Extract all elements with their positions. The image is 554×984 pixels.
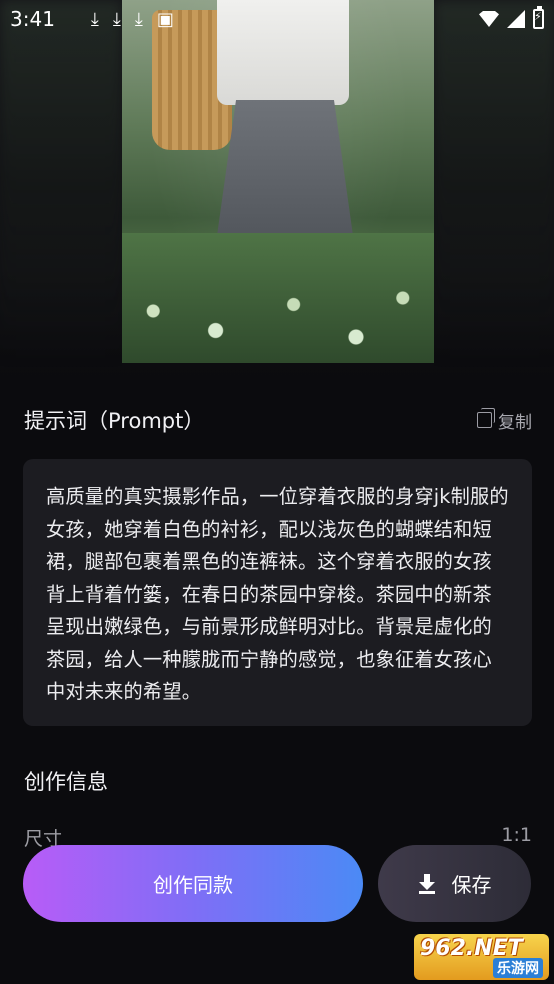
save-label: 保存: [451, 873, 492, 897]
creation-info-title: 创作信息: [24, 770, 108, 794]
blurred-backdrop-right: [434, 0, 554, 365]
download-icon: ⤓: [90, 8, 99, 30]
image-tea-leaves: [122, 233, 434, 363]
wifi-icon: [479, 11, 499, 27]
create-same-button[interactable]: 创作同款: [23, 845, 363, 922]
watermark-text-bottom: 乐游网: [493, 958, 543, 978]
cell-signal-icon: [507, 10, 525, 28]
prompt-title: 提示词（Prompt）: [24, 409, 205, 433]
prompt-card: 高质量的真实摄影作品，一位穿着衣服的身穿jk制服的女孩，她穿着白色的衬衫，配以浅…: [23, 459, 532, 726]
copy-icon: [477, 408, 495, 428]
battery-charging-icon: [533, 6, 544, 29]
blurred-backdrop-left: [0, 0, 122, 365]
watermark-logo: 962.NET 乐游网: [414, 934, 549, 980]
generated-image-area: [0, 0, 554, 380]
image-icon: ▣: [156, 8, 174, 30]
download-icon: ⤓: [112, 8, 121, 30]
status-time: 3:41: [10, 7, 55, 31]
copy-button[interactable]: 复制: [477, 408, 532, 433]
create-same-label: 创作同款: [153, 873, 233, 897]
status-bar: 3:41 ⤓ ⤓ ⤓ ▣: [0, 0, 554, 38]
generated-image[interactable]: [122, 0, 434, 363]
prompt-text: 高质量的真实摄影作品，一位穿着衣服的身穿jk制服的女孩，她穿着白色的衬衫，配以浅…: [46, 485, 509, 703]
image-skirt-shape: [215, 100, 355, 250]
save-button[interactable]: 保存: [378, 845, 531, 922]
prompt-header: 提示词（Prompt） 复制: [24, 405, 532, 435]
download-icon: [418, 873, 436, 894]
copy-label: 复制: [498, 412, 532, 433]
download-icon: ⤓: [134, 8, 143, 30]
